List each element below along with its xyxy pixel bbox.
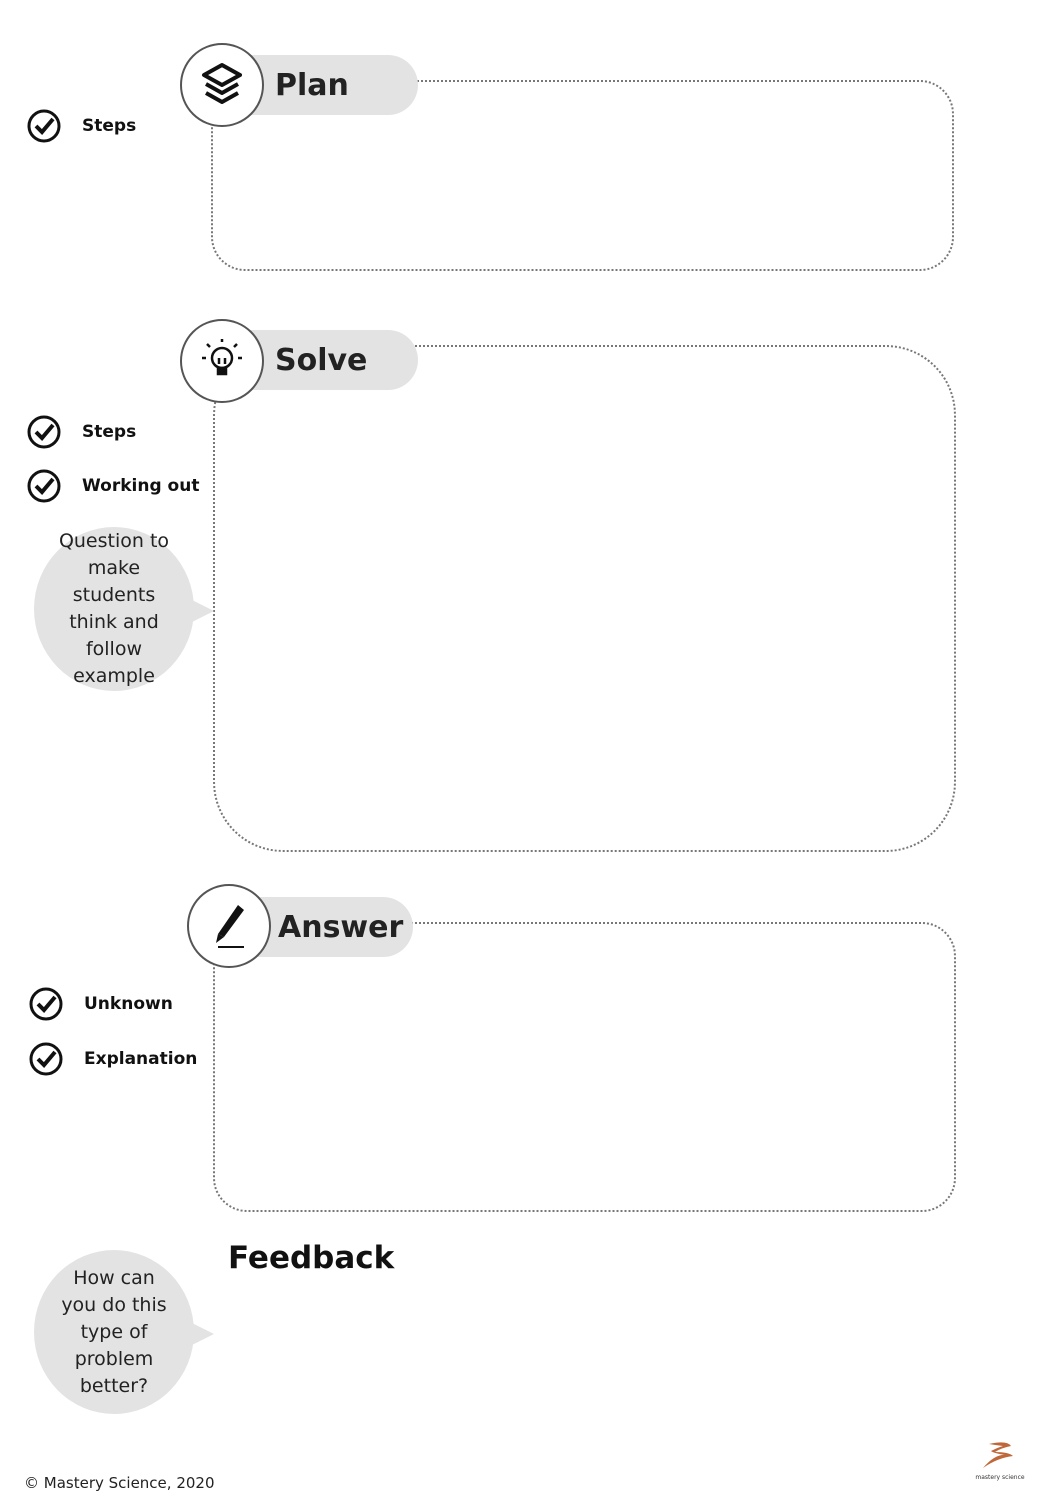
checkmark-icon (27, 415, 61, 449)
solve-title: Solve (275, 342, 368, 378)
checkmark-icon (29, 987, 63, 1021)
check-item: Working out (26, 468, 199, 504)
check-item: Unknown (28, 986, 173, 1022)
checkmark-icon (27, 109, 61, 143)
check-label: Steps (82, 116, 137, 136)
hint-text: Question to make students think and foll… (58, 530, 170, 687)
logo-icon (983, 1442, 1013, 1468)
plan-title: Plan (275, 67, 349, 103)
check-item: Steps (26, 414, 136, 450)
checkmark-icon (27, 469, 61, 503)
check-label: Steps (82, 422, 137, 442)
pen-icon (187, 884, 271, 968)
check-item: Steps (26, 108, 136, 144)
check-label: Explanation (84, 1049, 198, 1069)
worksheet-page: Plan Steps Solve Steps Working out Quest… (0, 0, 1038, 1500)
check-label: Working out (82, 476, 200, 496)
check-item: Explanation (28, 1041, 197, 1077)
copyright: © Mastery Science, 2020 (24, 1474, 215, 1492)
layers-icon (180, 43, 264, 127)
feedback-bubble: How can you do this type of problem bett… (34, 1250, 214, 1414)
hint-bubble: Question to make students think and foll… (34, 527, 214, 691)
answer-title: Answer (278, 909, 404, 945)
check-label: Unknown (84, 994, 173, 1014)
mastery-science-logo: mastery science (970, 1440, 1030, 1481)
checkmark-icon (29, 1042, 63, 1076)
solve-box[interactable] (213, 345, 956, 852)
feedback-text: How can you do this type of problem bett… (61, 1266, 167, 1397)
feedback-title: Feedback (228, 1240, 395, 1276)
answer-box[interactable] (213, 922, 956, 1212)
logo-text: mastery science (975, 1474, 1025, 1481)
lightbulb-icon (180, 319, 264, 403)
